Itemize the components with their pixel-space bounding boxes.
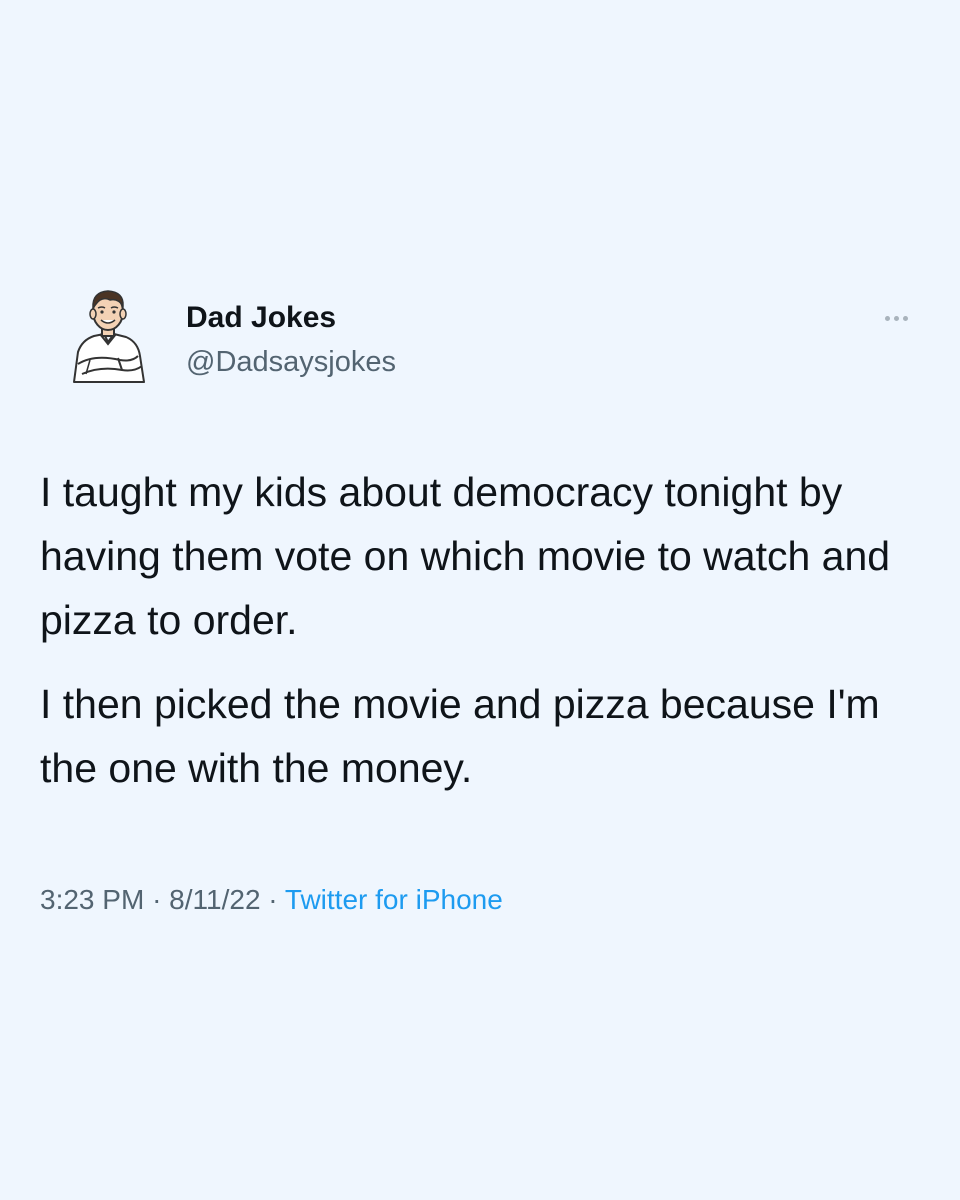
more-options-icon[interactable] [872,300,920,336]
meta-separator: · [152,884,162,915]
tweet-metadata: 3:23 PM · 8/11/22 · Twitter for iPhone [40,880,503,920]
more-dot [902,315,908,321]
tweet-time[interactable]: 3:23 PM [40,884,144,915]
more-dot [884,315,890,321]
tweet-date[interactable]: 8/11/22 [169,884,260,915]
author-display-name[interactable]: Dad Jokes [186,300,336,336]
cartoon-dad-avatar-icon[interactable] [60,282,156,386]
tweet-paragraph: I then picked the movie and pizza becaus… [40,681,880,791]
tweet-paragraph: I taught my kids about democracy tonight… [40,469,891,643]
tweet-text: I taught my kids about democracy tonight… [40,460,920,800]
meta-separator: · [268,884,278,915]
tweet-card: Dad Jokes @Dadsaysjokes I taught my kids… [0,0,960,1200]
tweet-source-link[interactable]: Twitter for iPhone [285,884,503,915]
more-dot [893,315,899,321]
author-handle[interactable]: @Dadsaysjokes [186,344,396,380]
